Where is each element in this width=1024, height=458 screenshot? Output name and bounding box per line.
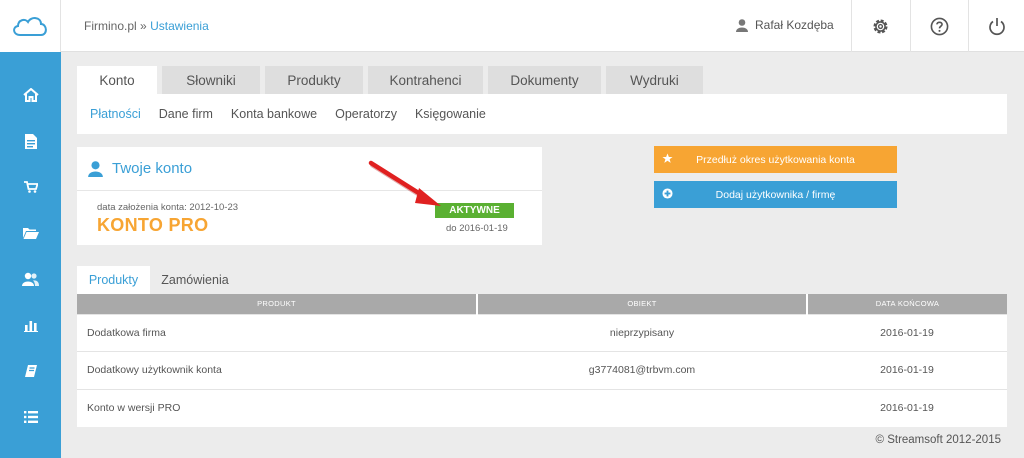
sidebar-item-home[interactable] [0,72,61,118]
power-icon [989,17,1005,35]
cloud-logo-icon [13,17,47,36]
end-date-cell: 2016-01-19 [807,351,1007,389]
tab-produkty[interactable]: Produkty [265,66,363,94]
sidebar-item-accounting[interactable] [0,348,61,394]
tab-orders[interactable]: Zamówienia [152,266,238,294]
contacts-icon [22,272,39,286]
home-icon [22,88,39,102]
account-valid-until: do 2016-01-19 [446,223,508,234]
user-icon [736,18,748,32]
table-row[interactable]: Dodatkowy użytkownik konta g3774081@trbv… [77,351,1007,389]
folder-icon [22,228,39,239]
help-button[interactable] [910,0,967,52]
document-icon [24,133,37,149]
add-user-button[interactable]: Dodaj użytkownika / firmę [654,181,897,208]
account-card: Twoje konto data założenia konta: 2012-1… [77,147,542,245]
plus-circle-icon [662,188,673,199]
subnav-ksiegowanie[interactable]: Księgowanie [415,107,486,121]
product-cell: Dodatkowa firma [77,313,477,352]
breadcrumb-current[interactable]: Ustawienia [150,19,209,33]
product-cell: Konto w wersji PRO [77,388,477,427]
sidebar-item-files[interactable] [0,210,61,256]
subnav-konta-bankowe[interactable]: Konta bankowe [231,107,317,121]
subnav-platnosci[interactable]: Płatności [90,107,141,121]
tab-wydruki[interactable]: Wydruki [606,66,703,94]
column-header-object[interactable]: OBIEKT [477,294,808,314]
main-tabs: Konto Słowniki Produkty Kontrahenci Doku… [77,66,708,94]
end-date-cell: 2016-01-19 [807,388,1007,427]
cart-icon [23,181,38,193]
object-cell [477,388,807,427]
account-created-date: data założenia konta: 2012-10-23 [97,202,239,213]
status-badge: AKTYWNE [435,203,514,218]
sidebar-item-list[interactable] [0,394,61,440]
tab-products[interactable]: Produkty [77,266,150,294]
table-header-row: PRODUKT OBIEKT DATA KOŃCOWA [77,294,1007,314]
app-logo[interactable] [0,0,61,52]
account-card-header: Twoje konto [77,147,542,191]
subnav-operatorzy[interactable]: Operatorzy [335,107,397,121]
products-table: PRODUKT OBIEKT DATA KOŃCOWA Dodatkowa fi… [77,294,1007,427]
footer-copyright: © Streamsoft 2012-2015 [875,434,1001,446]
sidebar-nav [0,52,61,440]
extend-account-label: Przedłuż okres użytkowania konta [696,153,855,166]
product-cell: Dodatkowy użytkownik konta [77,351,477,389]
object-cell: g3774081@trbvm.com [477,351,807,389]
column-header-end-date[interactable]: DATA KOŃCOWA [807,294,1007,314]
sidebar-item-reports[interactable] [0,302,61,348]
user-icon [88,160,103,177]
settings-subnav: Płatności Dane firm Konta bankowe Operat… [77,94,1007,134]
sidebar-item-contractors[interactable] [0,256,61,302]
object-cell: nieprzypisany [477,313,807,352]
gear-icon [872,18,888,34]
user-name: Rafał Kozdęba [755,18,834,32]
tab-konto[interactable]: Konto [77,66,157,94]
account-title: Twoje konto [112,160,193,177]
table-row[interactable]: Konto w wersji PRO 2016-01-19 [77,388,1007,427]
table-row[interactable]: Dodatkowa firma nieprzypisany 2016-01-19 [77,313,1007,352]
breadcrumb-root[interactable]: Firmino.pl [84,19,137,33]
logout-button[interactable] [968,0,1024,52]
breadcrumb: Firmino.pl » Ustawienia [84,19,209,33]
sidebar-item-sales[interactable] [0,164,61,210]
user-menu[interactable]: Rafał Kozdęba [736,18,834,32]
book-icon [24,365,37,377]
chart-icon [23,320,38,332]
tab-dokumenty[interactable]: Dokumenty [488,66,601,94]
tab-kontrahenci[interactable]: Kontrahenci [368,66,483,94]
extend-account-button[interactable]: Przedłuż okres użytkowania konta [654,146,897,173]
sidebar [0,0,61,458]
end-date-cell: 2016-01-19 [807,313,1007,352]
sidebar-item-documents[interactable] [0,118,61,164]
subnav-dane-firm[interactable]: Dane firm [159,107,213,121]
help-icon [930,17,948,35]
breadcrumb-separator: » [140,19,147,33]
column-header-product[interactable]: PRODUKT [77,294,478,314]
account-plan: KONTO PRO [97,215,209,235]
topbar: Firmino.pl » Ustawienia Rafał Kozdęba [61,0,1024,52]
star-icon [662,153,673,163]
settings-button[interactable] [851,0,908,52]
tab-slowniki[interactable]: Słowniki [162,66,260,94]
add-user-label: Dodaj użytkownika / firmę [715,188,836,201]
annotation-arrow [368,160,441,206]
list-icon [23,411,38,423]
